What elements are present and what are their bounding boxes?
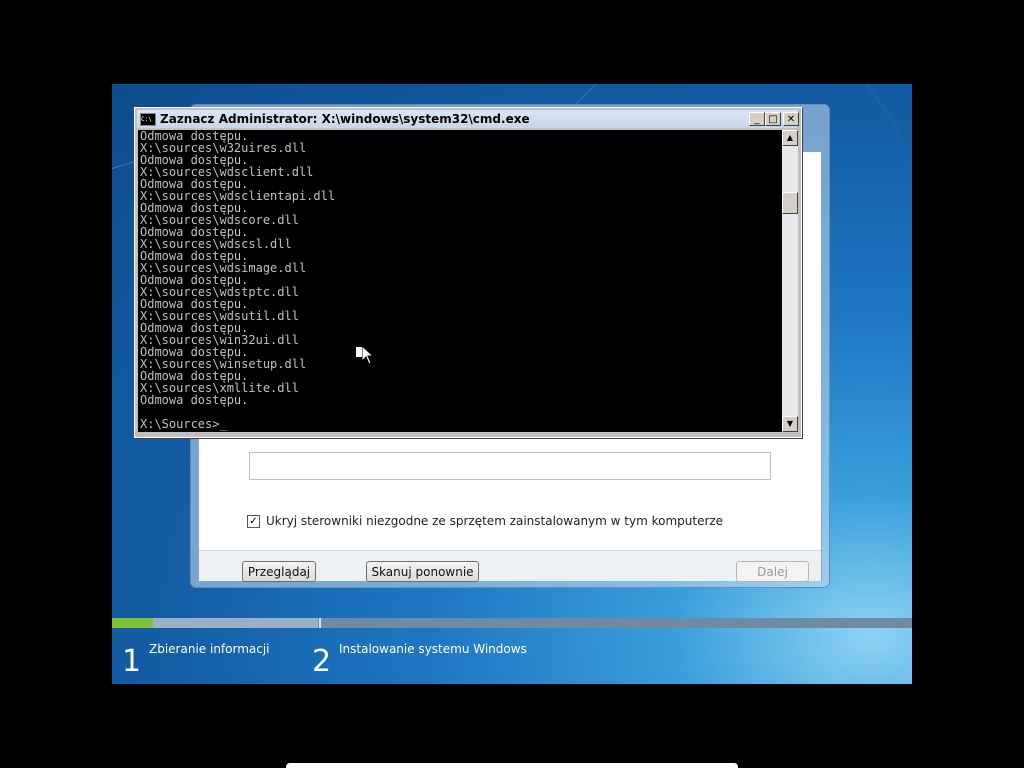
step1-progress-fill xyxy=(112,618,154,628)
bottom-edge-highlight xyxy=(286,763,738,768)
step2-label: Instalowanie systemu Windows xyxy=(339,642,527,656)
step1-number: 1 xyxy=(122,644,142,679)
hide-incompatible-label: Ukryj sterowniki niezgodne ze sprzętem z… xyxy=(266,514,724,528)
hide-incompatible-drivers-row[interactable]: ✓ Ukryj sterowniki niezgodne ze sprzętem… xyxy=(247,514,723,528)
vertical-scrollbar[interactable]: ▲ ▼ xyxy=(782,130,798,432)
step2-number: 2 xyxy=(312,644,332,679)
cmd-title-text: Zaznacz Administrator: X:\windows\system… xyxy=(160,112,530,126)
setup-footer: Przeglądaj Skanuj ponownie Dalej xyxy=(199,550,821,582)
maximize-button[interactable]: □ xyxy=(765,112,781,126)
hide-incompatible-checkbox[interactable]: ✓ xyxy=(247,514,260,528)
cmd-icon[interactable]: C:\ xyxy=(140,112,156,126)
driver-list-box[interactable] xyxy=(249,452,771,480)
browse-button[interactable]: Przeglądaj xyxy=(242,561,316,582)
minimize-button[interactable]: _ xyxy=(749,112,765,126)
mouse-pointer-icon xyxy=(362,346,374,365)
console-line: X:\Sources>_ xyxy=(140,417,227,431)
next-button[interactable]: Dalej xyxy=(736,561,809,582)
scroll-down-arrow-icon[interactable]: ▼ xyxy=(782,416,798,432)
cmd-title-bar[interactable]: C:\ Zaznacz Administrator: X:\windows\sy… xyxy=(137,110,799,128)
console-line: Odmowa dostępu. xyxy=(140,393,249,407)
scroll-up-arrow-icon[interactable]: ▲ xyxy=(782,130,798,146)
scroll-thumb[interactable] xyxy=(782,192,798,214)
step1-track xyxy=(112,618,318,628)
console-output[interactable]: Odmowa dostępu. X:\sources\w32uires.dll Od… xyxy=(138,130,782,432)
step1-label: Zbieranie informacji xyxy=(149,642,270,656)
progress-separator xyxy=(319,618,321,628)
rescan-button[interactable]: Skanuj ponownie xyxy=(366,561,479,582)
close-button[interactable]: ✕ xyxy=(783,112,799,126)
setup-progress-bar xyxy=(112,618,912,628)
cmd-window: C:\ Zaznacz Administrator: X:\windows\sy… xyxy=(134,107,802,438)
